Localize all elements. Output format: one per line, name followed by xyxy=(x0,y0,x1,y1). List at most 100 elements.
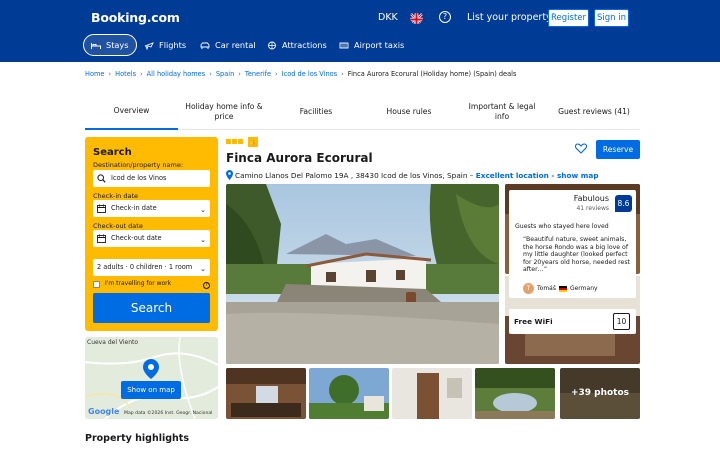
guests-value: 2 adults · 0 children · 1 room xyxy=(97,263,193,271)
star-icon xyxy=(226,139,231,144)
search-panel: Search Destination/property name: Icod d… xyxy=(85,137,218,331)
bed-icon xyxy=(91,42,101,49)
nav-airport-taxis-label: Airport taxis xyxy=(354,40,405,50)
car-icon xyxy=(200,42,210,49)
breadcrumb-separator: › xyxy=(209,70,212,78)
breadcrumb-separator: › xyxy=(238,70,241,78)
search-icon xyxy=(97,174,106,183)
wifi-card: Free WiFi 10 xyxy=(509,309,636,334)
show-on-map-button[interactable]: Show on map xyxy=(121,381,181,399)
breadcrumb-separator: › xyxy=(140,70,143,78)
property-address-line: Camino Llanos Del Palomo 19A , 38430 Ico… xyxy=(226,170,599,180)
breadcrumb-separator: › xyxy=(341,70,344,78)
gallery-thumb[interactable] xyxy=(475,368,555,419)
gallery-thumb[interactable] xyxy=(309,368,389,419)
tab-info-price[interactable]: Holiday home info & price xyxy=(178,94,270,130)
reviewer-country: Germany xyxy=(569,285,598,292)
breadcrumb: Home › Hotels › All holiday homes › Spain › Tene… xyxy=(85,70,516,78)
tab-house-rules[interactable]: House rules xyxy=(362,94,456,130)
breadcrumb-home[interactable]: Home xyxy=(85,70,104,78)
list-property-link[interactable]: List your property xyxy=(467,12,552,23)
search-button[interactable]: Search xyxy=(93,293,210,323)
calendar-icon xyxy=(97,234,106,243)
uk-flag-icon[interactable] xyxy=(410,11,423,24)
breadcrumb-spain[interactable]: Spain xyxy=(216,70,234,78)
breadcrumb-current: Finca Aurora Ecorural (Holiday home) (Sp… xyxy=(347,70,517,78)
tab-facilities[interactable]: Facilities xyxy=(270,94,362,130)
gallery-thumb[interactable] xyxy=(392,368,472,419)
property-address: Camino Llanos Del Palomo 19A , 38430 Ico… xyxy=(235,171,474,180)
score-badge: 8.6 xyxy=(615,195,632,212)
info-icon[interactable]: ? xyxy=(203,282,210,289)
thumb-image xyxy=(309,368,389,419)
breadcrumb-separator: › xyxy=(108,70,112,78)
nav-flights-label: Flights xyxy=(159,40,187,50)
property-tabs: Overview Holiday home info & price Facil… xyxy=(85,94,640,130)
work-travel-checkbox[interactable] xyxy=(93,281,100,288)
plane-icon xyxy=(144,41,154,50)
checkin-input[interactable]: Check-in date ⌄ xyxy=(93,200,210,217)
booking-logo[interactable]: Booking.com xyxy=(91,10,180,25)
show-map-link[interactable]: Excellent location - show map xyxy=(476,171,599,180)
calendar-icon xyxy=(97,204,106,213)
chevron-down-icon: ⌄ xyxy=(200,206,206,214)
breadcrumb-icod[interactable]: Icod de los Vinos xyxy=(282,70,337,78)
nav-attractions-label: Attractions xyxy=(282,40,327,50)
nav-stays-label: Stays xyxy=(106,40,129,50)
map-place-label: Cueva del Viento xyxy=(87,339,139,346)
germany-flag-icon xyxy=(558,285,567,292)
tab-guest-reviews[interactable]: Guest reviews (41) xyxy=(548,94,640,130)
chevron-down-icon: ⌄ xyxy=(200,236,206,244)
thumbs-up-icon[interactable]: 👍 xyxy=(248,137,258,147)
register-button[interactable]: Register xyxy=(548,9,589,27)
sign-in-button[interactable]: Sign in xyxy=(594,9,629,27)
breadcrumb-hotels[interactable]: Hotels xyxy=(115,70,136,78)
checkin-label: Check-in date xyxy=(93,192,138,200)
destination-input[interactable]: Icod de los Vinos xyxy=(93,170,210,187)
main-photo[interactable] xyxy=(226,184,499,364)
nav-car-rental[interactable]: Car rental xyxy=(200,34,256,56)
map-pin-icon xyxy=(143,359,159,379)
checkout-label: Check-out date xyxy=(93,222,143,230)
guests-selector[interactable]: 2 adults · 0 children · 1 room ⌄ xyxy=(93,259,210,276)
nav-flights[interactable]: Flights xyxy=(144,34,186,56)
nav-stays[interactable]: Stays xyxy=(83,34,137,56)
tab-important-legal[interactable]: Important & legal info xyxy=(456,94,548,130)
destination-value: Icod de los Vinos xyxy=(111,174,167,182)
tab-overview[interactable]: Overview xyxy=(85,94,178,130)
currency-selector[interactable]: DKK xyxy=(378,12,398,23)
attractions-icon xyxy=(268,41,276,49)
google-logo: Google xyxy=(88,407,120,416)
work-travel-label[interactable]: I'm travelling for work xyxy=(105,280,171,287)
map-preview[interactable]: Cueva del Viento Show on map Google Map … xyxy=(85,337,218,419)
search-title: Search xyxy=(93,147,132,158)
thumb-image xyxy=(475,368,555,419)
location-pin-icon xyxy=(226,170,233,180)
review-quote: “Beautiful nature, sweet animals, the ho… xyxy=(523,236,630,274)
help-icon[interactable]: ? xyxy=(439,11,451,23)
property-highlights-title: Property highlights xyxy=(85,433,189,444)
wifi-label: Free WiFi xyxy=(514,317,553,326)
nav-attractions[interactable]: Attractions xyxy=(267,34,327,56)
gallery-thumb[interactable] xyxy=(226,368,306,419)
thumb-image xyxy=(392,368,472,419)
checkout-value: Check-out date xyxy=(111,234,162,242)
heart-icon[interactable] xyxy=(575,143,587,154)
review-card[interactable]: Fabulous 41 reviews 8.6 Guests who staye… xyxy=(509,190,636,298)
breadcrumb-tenerife[interactable]: Tenerife xyxy=(245,70,271,78)
house-photo xyxy=(226,184,499,364)
checkout-input[interactable]: Check-out date ⌄ xyxy=(93,230,210,247)
wifi-score: 10 xyxy=(613,313,630,330)
destination-label: Destination/property name: xyxy=(93,161,184,169)
checkin-value: Check-in date xyxy=(111,204,157,212)
breadcrumb-holiday-homes[interactable]: All holiday homes xyxy=(147,70,206,78)
nav-airport-taxis[interactable]: Airport taxis xyxy=(339,34,404,56)
reviewer: T Tomáš Germany xyxy=(523,283,598,294)
gallery-thumb-more[interactable]: +39 photos xyxy=(560,368,640,419)
review-count: 41 reviews xyxy=(576,205,609,212)
nav-car-rental-label: Car rental xyxy=(215,40,256,50)
reserve-button[interactable]: Reserve xyxy=(596,140,640,159)
taxi-icon xyxy=(339,42,349,48)
review-heading: Guests who stayed here loved xyxy=(515,223,609,230)
map-attribution: Map data ©2026 Inst. Geogr. Nacional xyxy=(124,411,213,416)
